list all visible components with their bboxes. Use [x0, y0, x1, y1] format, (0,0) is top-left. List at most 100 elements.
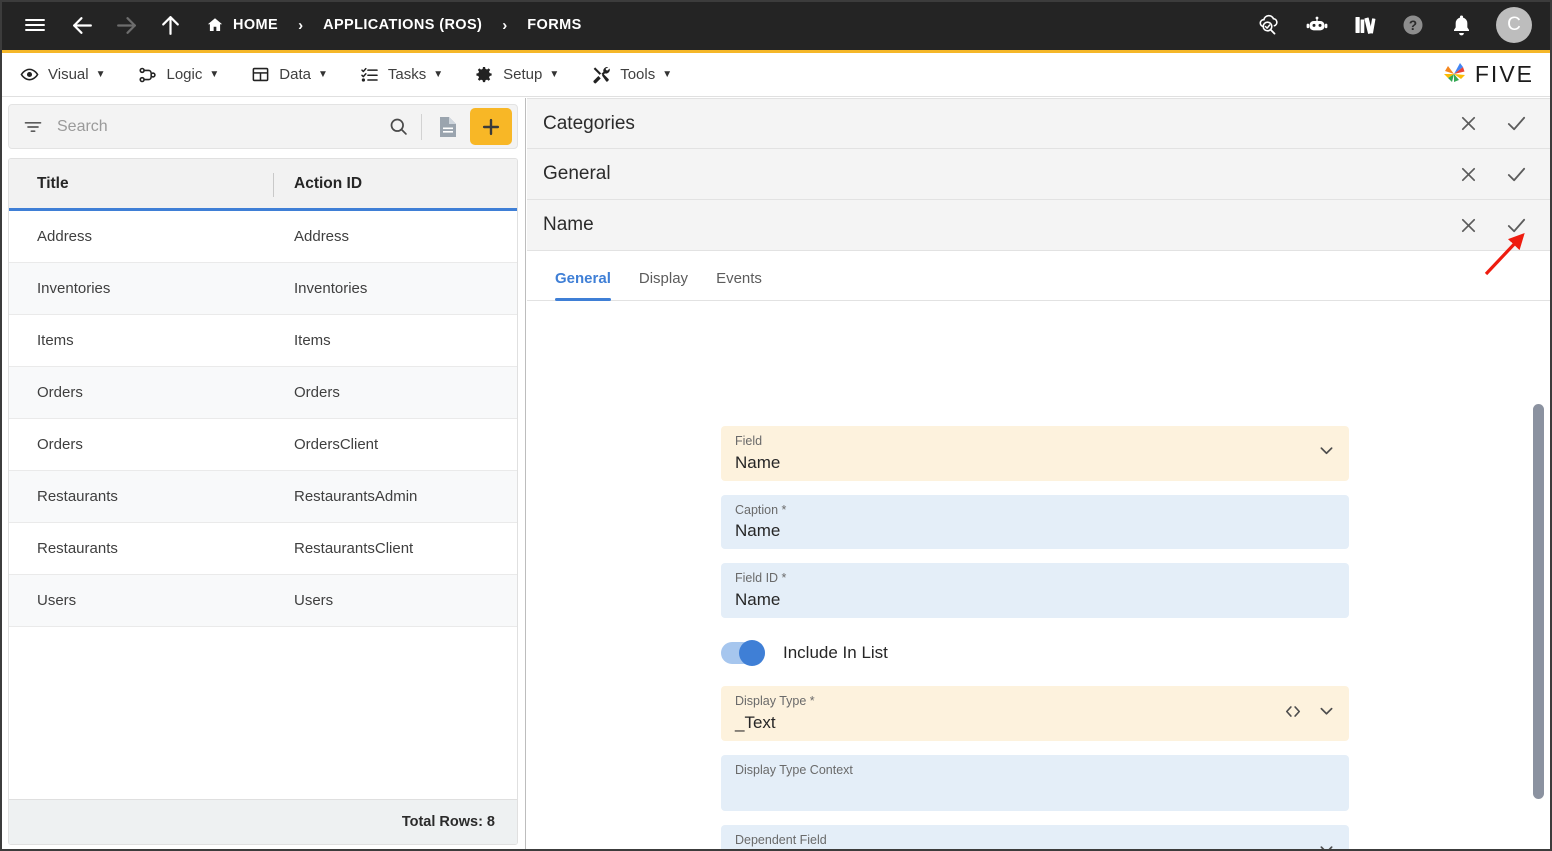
breadcrumb-separator: ›: [298, 16, 304, 34]
include-in-list-row: Include In List: [721, 632, 1537, 674]
column-header-title[interactable]: Title: [9, 175, 279, 193]
section-header-categories: Categories: [527, 98, 1552, 149]
cell-action-id: Items: [294, 332, 331, 349]
table-row[interactable]: Items Items: [9, 315, 517, 367]
table-row[interactable]: Address Address: [9, 211, 517, 263]
table-row[interactable]: Orders Orders: [9, 367, 517, 419]
table-header-row: Title Action ID: [9, 159, 517, 211]
section-actions-name: [1455, 212, 1529, 238]
field-caption[interactable]: Caption * Name: [721, 494, 1349, 550]
section-header-general: General: [527, 149, 1552, 200]
menu-label-tasks: Tasks: [387, 66, 427, 83]
chevron-down-icon[interactable]: [1317, 441, 1336, 465]
table-grid-icon: [251, 65, 270, 84]
menu-item-tools[interactable]: Tools ▼: [591, 65, 672, 85]
breadcrumb-item-home[interactable]: HOME: [206, 16, 278, 34]
arrow-left-icon[interactable]: [67, 10, 97, 40]
help-icon[interactable]: ?: [1396, 8, 1430, 42]
form-fields-scroll-area: Field Name Caption * Name Field ID * Nam…: [527, 404, 1537, 851]
search-divider: [421, 113, 422, 140]
menu-item-logic[interactable]: Logic ▼: [138, 65, 220, 85]
menu-item-setup[interactable]: Setup ▼: [475, 65, 559, 84]
cell-title: Users: [37, 592, 77, 609]
chevron-down-icon: ▼: [662, 69, 673, 80]
breadcrumb-separator-2: ›: [502, 16, 508, 34]
form-scrollbar-thumb[interactable]: [1533, 404, 1544, 799]
close-icon[interactable]: [1455, 212, 1481, 238]
pinwheel-icon: [1443, 62, 1465, 82]
cell-action-id: Users: [294, 592, 334, 609]
section-header-name: Name: [527, 200, 1552, 251]
arrow-up-icon[interactable]: [155, 10, 185, 40]
close-icon[interactable]: [1455, 161, 1481, 187]
svg-text:?: ?: [1409, 18, 1417, 33]
five-brand-logo: FIVE: [1439, 60, 1534, 90]
checklist-icon: [360, 65, 379, 84]
check-icon[interactable]: [1503, 111, 1529, 137]
top-navigation-bar: HOME › APPLICATIONS (ROS) › FORMS ? C: [0, 0, 1552, 53]
tab-display[interactable]: Display: [639, 270, 688, 300]
home-icon: [206, 16, 224, 34]
menu-label-setup: Setup: [503, 66, 543, 83]
bell-icon[interactable]: [1444, 8, 1478, 42]
field-field[interactable]: Field Name: [721, 426, 1349, 481]
menu-item-visual[interactable]: Visual ▼: [20, 65, 106, 84]
section-title-categories: Categories: [543, 112, 635, 134]
check-icon[interactable]: [1503, 161, 1529, 187]
document-icon[interactable]: [434, 112, 462, 142]
search-icon[interactable]: [388, 116, 409, 137]
menu-item-data[interactable]: Data ▼: [251, 65, 328, 84]
chevron-down-icon: ▼: [209, 69, 220, 80]
table-row[interactable]: Orders OrdersClient: [9, 419, 517, 471]
cell-action-id: RestaurantsClient: [294, 540, 414, 557]
chevron-down-icon[interactable]: [1317, 702, 1336, 726]
field-label-field-id: Field ID *: [735, 571, 787, 586]
breadcrumb-item-applications[interactable]: APPLICATIONS (ROS): [323, 17, 482, 33]
field-display-type[interactable]: Display Type * _Text: [721, 686, 1349, 741]
filter-icon[interactable]: [23, 117, 43, 137]
breadcrumb-label-applications: APPLICATIONS (ROS): [323, 17, 483, 33]
gear-icon: [475, 65, 494, 84]
add-form-button[interactable]: [470, 108, 512, 145]
tab-events[interactable]: Events: [716, 270, 762, 300]
field-label-field: Field: [735, 434, 763, 448]
include-in-list-toggle[interactable]: [721, 640, 765, 667]
field-field-id[interactable]: Field ID * Name: [721, 563, 1349, 619]
cell-title: Orders: [37, 436, 83, 453]
table-row[interactable]: Restaurants RestaurantsAdmin: [9, 471, 517, 523]
tab-general[interactable]: General: [555, 270, 611, 301]
search-bar: [8, 104, 518, 149]
include-in-list-label: Include In List: [783, 643, 888, 663]
search-input[interactable]: [57, 117, 388, 136]
chevron-down-icon[interactable]: [1317, 840, 1336, 851]
forms-table: Title Action ID Address Address Inventor…: [8, 158, 518, 845]
menu-label-data: Data: [279, 66, 311, 83]
cell-action-id: Address: [294, 228, 350, 245]
field-display-type-context[interactable]: Display Type Context: [721, 754, 1349, 811]
form-editor-panel: Categories General Name General Display …: [527, 98, 1552, 851]
code-brackets-icon[interactable]: [1283, 701, 1303, 726]
cell-action-id: OrdersClient: [294, 436, 379, 453]
hamburger-icon[interactable]: [20, 10, 50, 40]
field-field-adornments: [1317, 441, 1336, 465]
library-books-icon[interactable]: [1348, 8, 1382, 42]
table-row[interactable]: Restaurants RestaurantsClient: [9, 523, 517, 575]
column-header-action-id[interactable]: Action ID: [279, 175, 517, 193]
check-icon[interactable]: [1503, 212, 1529, 238]
menu-item-tasks[interactable]: Tasks ▼: [360, 65, 443, 84]
field-dependent-field[interactable]: Dependent Field: [721, 824, 1349, 851]
avatar[interactable]: C: [1496, 7, 1532, 43]
breadcrumb-item-forms[interactable]: FORMS: [527, 17, 581, 33]
table-row[interactable]: Inventories Inventories: [9, 263, 517, 315]
form-scrollbar[interactable]: [1532, 404, 1546, 849]
breadcrumb: HOME › APPLICATIONS (ROS) › FORMS: [206, 16, 582, 34]
cell-title: Items: [37, 332, 74, 349]
cell-action-id: Inventories: [294, 280, 368, 297]
table-row[interactable]: Users Users: [9, 575, 517, 627]
menu-label-visual: Visual: [48, 66, 89, 83]
chatbot-icon[interactable]: [1300, 8, 1334, 42]
tools-icon: [591, 65, 611, 85]
close-icon[interactable]: [1455, 111, 1481, 137]
forms-list-panel: Title Action ID Address Address Inventor…: [0, 98, 526, 851]
cloud-check-icon[interactable]: [1252, 8, 1286, 42]
